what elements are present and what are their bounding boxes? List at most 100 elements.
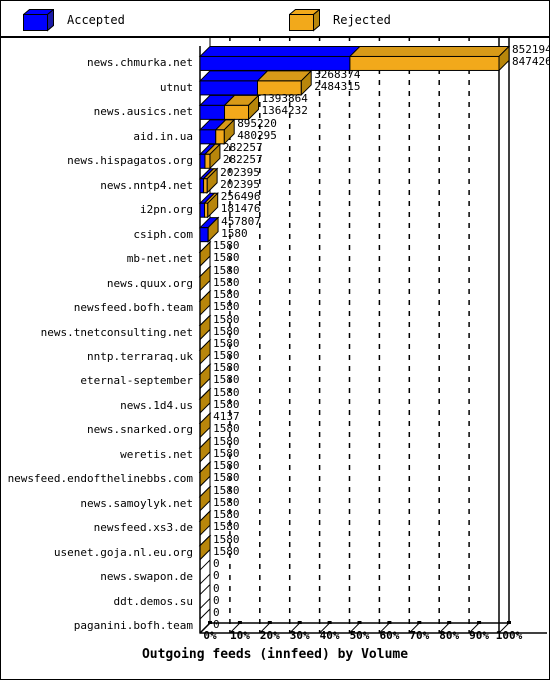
value-label-accepted: 1393864 xyxy=(261,92,308,106)
category-label: news.hispagatos.org xyxy=(67,154,193,168)
category-label: utnut xyxy=(159,80,193,94)
bar-row xyxy=(198,509,212,537)
category-label: eternal-september xyxy=(80,374,193,388)
bar-row xyxy=(198,118,236,146)
value-label-accepted: 0 xyxy=(213,557,220,571)
value-label-accepted: 1580 xyxy=(213,459,240,473)
value-label-rejected: 1580 xyxy=(213,471,240,485)
value-label-rejected: 1364232 xyxy=(261,104,308,118)
bar-row xyxy=(198,461,212,488)
bar-row xyxy=(198,436,212,463)
value-label-accepted: 1580 xyxy=(213,508,240,522)
category-label: news.quux.org xyxy=(106,276,193,290)
value-label-rejected: 1580 xyxy=(213,300,240,314)
category-label: usenet.goja.nl.eu.org xyxy=(53,545,193,559)
bar-row xyxy=(198,363,212,390)
value-label-rejected: 282257 xyxy=(222,153,263,167)
bar-row xyxy=(198,69,313,97)
category-label: news.tnetconsulting.net xyxy=(40,325,193,339)
bar-row xyxy=(198,45,511,72)
plot-area: news.chmurka.net 85219488474268 utnut 32683… xyxy=(1,38,550,679)
value-label-accepted: 8521948 xyxy=(512,43,550,57)
value-label-accepted: 1580 xyxy=(213,532,240,546)
bar-row xyxy=(198,387,212,415)
value-label-rejected: 1580 xyxy=(213,373,240,387)
bar-row xyxy=(198,240,212,268)
value-label-accepted: 282257 xyxy=(222,141,263,155)
category-label: ddt.demos.su xyxy=(113,594,193,608)
cube-icon xyxy=(289,9,320,32)
legend-item-accepted: Accepted xyxy=(23,7,125,33)
value-label-accepted: 0 xyxy=(213,581,220,595)
value-label-accepted: 3268374 xyxy=(314,67,361,81)
value-label-accepted: 1580 xyxy=(213,312,240,326)
value-label-rejected: 480295 xyxy=(237,128,277,142)
bar-row xyxy=(198,289,212,317)
value-label-accepted: 1580 xyxy=(213,483,240,497)
category-label: news.snarked.org xyxy=(87,423,193,437)
category-label: mb-net.net xyxy=(126,252,193,266)
value-label-rejected: 1580 xyxy=(213,275,240,289)
value-label-accepted: 1580 xyxy=(213,263,240,277)
category-label: news.nntp4.net xyxy=(100,178,193,192)
value-label-rejected: 0 xyxy=(213,569,220,583)
bar-row xyxy=(198,143,222,170)
category-label: news.samoylyk.net xyxy=(80,496,193,510)
value-label-rejected: 1580 xyxy=(213,348,240,362)
x-tick-label: 100% xyxy=(495,629,523,642)
value-label-rejected: 0 xyxy=(213,593,220,607)
value-label-accepted: 256496 xyxy=(220,190,261,204)
cube-icon xyxy=(23,9,54,32)
value-label-accepted: 1580 xyxy=(213,288,240,302)
legend-item-rejected: Rejected xyxy=(289,7,391,33)
value-label-rejected: 1580 xyxy=(213,495,240,509)
value-label-rejected: 8474268 xyxy=(512,55,550,69)
category-label: newsfeed.bofh.team xyxy=(73,301,193,315)
legend-label-rejected: Rejected xyxy=(333,13,391,27)
bar-row xyxy=(198,192,219,219)
category-label: newsfeed.endofthelinebbs.com xyxy=(7,472,193,486)
category-label: news.swapon.de xyxy=(100,570,193,584)
value-label-accepted: 0 xyxy=(213,606,220,619)
bar-row xyxy=(198,412,212,439)
bar-row xyxy=(198,265,212,292)
category-label: newsfeed.xs3.de xyxy=(93,521,193,535)
category-label: csiph.com xyxy=(133,227,193,241)
bar-row xyxy=(198,485,212,512)
bar-row xyxy=(198,216,220,243)
x-axis-title: Outgoing feeds (innfeed) by Volume xyxy=(141,647,409,662)
value-label-accepted: 1580 xyxy=(213,336,240,350)
value-label-accepted: 202395 xyxy=(220,165,260,179)
value-label-rejected: 1580 xyxy=(213,520,240,534)
chart-container: Accepted Rejected news.chmurka.net 852194… xyxy=(0,0,550,680)
category-label: aid.in.ua xyxy=(133,129,193,143)
value-label-rejected: 181476 xyxy=(220,202,261,216)
value-label-rejected: 1580 xyxy=(213,422,240,436)
category-label: news.1d4.us xyxy=(120,398,193,412)
bar-row xyxy=(199,558,211,586)
value-label-accepted: 1580 xyxy=(213,385,240,399)
bar-row xyxy=(198,534,212,561)
category-label: paganini.bofh.team xyxy=(73,619,193,632)
value-label-rejected: 1580 xyxy=(213,324,240,338)
value-label-rejected: 1580 xyxy=(213,544,240,558)
value-label-accepted: 1580 xyxy=(213,239,240,253)
category-label: nntp.terraraq.uk xyxy=(87,349,193,363)
chart-legend: Accepted Rejected xyxy=(1,1,549,38)
legend-label-accepted: Accepted xyxy=(67,13,125,27)
category-label: i2pn.org xyxy=(140,203,193,217)
category-label: weretis.net xyxy=(120,447,193,461)
category-label: news.chmurka.net xyxy=(87,56,193,70)
value-label-accepted: 457807 xyxy=(221,214,261,228)
bar-row xyxy=(198,167,219,194)
value-label-accepted: 895220 xyxy=(237,116,277,130)
bar-row xyxy=(198,94,260,121)
category-label: news.ausics.net xyxy=(93,105,193,119)
bar-row xyxy=(198,338,212,366)
bar-row xyxy=(199,583,211,610)
value-label-rejected: 1580 xyxy=(213,397,240,411)
value-label-accepted: 4137 xyxy=(213,410,240,424)
value-label-accepted: 1580 xyxy=(213,434,240,448)
value-label-rejected: 2484315 xyxy=(314,79,361,93)
value-label-accepted: 1580 xyxy=(213,361,240,375)
